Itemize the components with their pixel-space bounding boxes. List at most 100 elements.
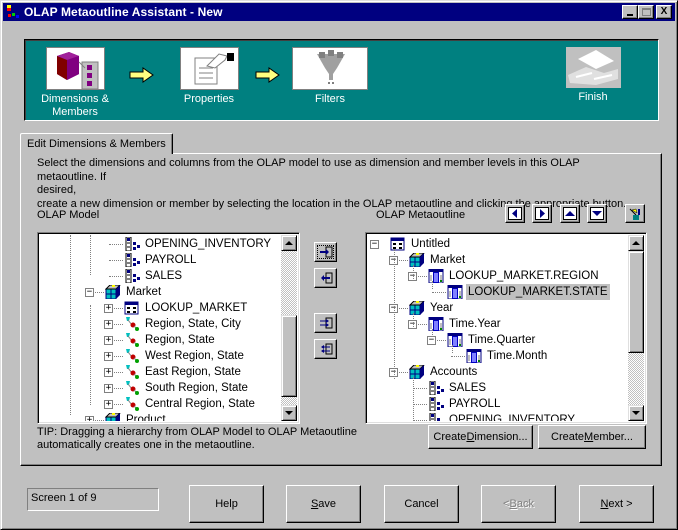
expand-icon[interactable]: + xyxy=(104,400,113,409)
move-up-button[interactable] xyxy=(560,204,580,223)
move-all-right-icon xyxy=(319,317,332,329)
tree-item[interactable]: Region, State xyxy=(124,332,217,348)
dimension-icon xyxy=(408,252,426,268)
step-label: Finish xyxy=(578,91,608,103)
step-label: Filters xyxy=(315,93,345,105)
remove-all-button[interactable] xyxy=(314,339,337,359)
tree-item[interactable]: OPENING_INVENTORY xyxy=(124,236,273,252)
maximize-button[interactable] xyxy=(638,5,654,19)
collapse-icon[interactable]: − xyxy=(370,240,379,249)
olap-metaoutline-scrollbar[interactable] xyxy=(628,235,644,421)
arrow-right-icon xyxy=(540,209,545,218)
tree-item[interactable]: LOOKUP_MARKET xyxy=(124,300,249,316)
cancel-button[interactable]: Cancel xyxy=(384,485,459,523)
tree-item[interactable]: East Region, State xyxy=(124,364,243,380)
tree-item[interactable]: West Region, State xyxy=(124,348,246,364)
add-all-button[interactable] xyxy=(314,313,337,333)
tree-connector xyxy=(432,329,433,337)
scroll-up-button[interactable] xyxy=(281,235,297,251)
create-member-button[interactable]: Create Member... xyxy=(538,425,646,449)
expand-icon[interactable]: + xyxy=(85,416,94,421)
collapse-icon[interactable]: − xyxy=(85,288,94,297)
tree-item[interactable]: OPENING_INVENTORY xyxy=(428,412,577,421)
scroll-up-button[interactable] xyxy=(628,235,644,251)
tree-item[interactable]: PAYROLL xyxy=(124,252,198,268)
hierarchy-icon xyxy=(124,365,140,379)
back-button[interactable]: < Back xyxy=(481,485,556,523)
tree-item[interactable]: Untitled xyxy=(390,236,452,252)
scroll-down-button[interactable] xyxy=(628,405,644,421)
measure-icon xyxy=(124,252,140,268)
tree-connector xyxy=(413,377,414,421)
add-to-metaoutline-button[interactable] xyxy=(314,242,337,262)
tree-item[interactable]: SALES xyxy=(124,268,184,284)
save-button[interactable]: Save xyxy=(286,485,361,523)
help-button[interactable]: Help xyxy=(189,485,264,523)
tree-item[interactable]: Product xyxy=(104,412,168,421)
arrow-up-icon xyxy=(565,211,575,216)
tree-item[interactable]: Market xyxy=(104,284,163,300)
tree-item[interactable]: Time.Quarter xyxy=(447,332,537,348)
olap-model-tree[interactable]: OPENING_INVENTORY PAYROLL SALES − Market + LOO… xyxy=(37,232,300,424)
tree-item[interactable]: Central Region, State xyxy=(124,396,257,412)
olap-metaoutline-tree[interactable]: − Untitled − Market − LOOKUP_MARKET.REGION LOO… xyxy=(365,232,647,424)
dimension-icon xyxy=(104,284,122,300)
tree-item[interactable]: Year xyxy=(408,300,455,316)
scroll-up-icon xyxy=(285,241,293,245)
tree-connector xyxy=(90,235,91,275)
scroll-up-icon xyxy=(632,241,640,245)
minimize-button[interactable] xyxy=(622,5,638,19)
tree-item[interactable]: South Region, State xyxy=(124,380,250,396)
step-filters[interactable]: Filters xyxy=(291,47,369,106)
remove-from-metaoutline-button[interactable] xyxy=(314,268,337,288)
tree-item[interactable]: LOOKUP_MARKET.STATE xyxy=(447,284,610,300)
tree-connector xyxy=(451,356,465,357)
tree-item[interactable]: Market xyxy=(408,252,467,268)
create-dimension-button[interactable]: Create Dimension... xyxy=(428,425,533,449)
tree-item[interactable]: Time.Year xyxy=(428,316,503,332)
tree-item-label: Year xyxy=(430,302,454,314)
expand-icon[interactable]: + xyxy=(104,368,113,377)
tree-item[interactable]: SALES xyxy=(428,380,488,396)
scroll-thumb[interactable] xyxy=(628,251,644,353)
step-properties[interactable]: Properties xyxy=(171,47,247,106)
member-icon xyxy=(428,268,444,284)
move-left-button[interactable] xyxy=(505,204,525,223)
next-button[interactable]: Next > xyxy=(579,485,654,523)
tree-item[interactable]: PAYROLL xyxy=(428,396,502,412)
step-dimensions-members[interactable]: Dimensions & Members xyxy=(39,47,111,119)
expand-icon[interactable]: + xyxy=(104,336,113,345)
hierarchy-icon xyxy=(124,349,140,363)
collapse-icon[interactable]: − xyxy=(427,336,436,345)
properties-button[interactable] xyxy=(625,204,645,223)
tree-item-label: OPENING_INVENTORY xyxy=(145,238,272,250)
member-icon xyxy=(447,284,463,300)
tree-connector xyxy=(90,305,91,405)
expand-icon[interactable]: + xyxy=(104,352,113,361)
expand-icon[interactable]: + xyxy=(104,320,113,329)
move-right-button[interactable] xyxy=(532,204,552,223)
tree-item-label: LOOKUP_MARKET.REGION xyxy=(449,270,599,282)
tree-item[interactable]: Accounts xyxy=(408,364,479,380)
tree-item[interactable]: Time.Month xyxy=(466,348,549,364)
hierarchy-icon xyxy=(124,397,140,411)
tree-item-label: SALES xyxy=(145,270,183,282)
tree-item-label: Time.Year xyxy=(449,318,501,330)
tree-item[interactable]: Region, State, City xyxy=(124,316,243,332)
table-icon xyxy=(390,237,406,251)
expand-icon[interactable]: + xyxy=(104,384,113,393)
title-bar: OLAP Metaoutline Assistant - New X xyxy=(3,3,675,21)
move-down-button[interactable] xyxy=(587,204,607,223)
close-button[interactable]: X xyxy=(656,5,672,19)
tab-edit-dimensions-members[interactable]: Edit Dimensions & Members xyxy=(20,133,173,154)
tree-item[interactable]: LOOKUP_MARKET.REGION xyxy=(428,268,601,284)
olap-model-scrollbar[interactable] xyxy=(281,235,297,421)
scroll-down-button[interactable] xyxy=(281,405,297,421)
expand-icon[interactable]: + xyxy=(104,304,113,313)
tree-item-label: LOOKUP_MARKET.STATE xyxy=(466,284,610,300)
tree-connector xyxy=(432,292,446,293)
window-title: OLAP Metaoutline Assistant - New xyxy=(24,5,223,19)
scroll-thumb[interactable] xyxy=(281,315,297,397)
tree-item-label: PAYROLL xyxy=(449,398,501,410)
step-label: Dimensions & Members xyxy=(41,93,109,118)
